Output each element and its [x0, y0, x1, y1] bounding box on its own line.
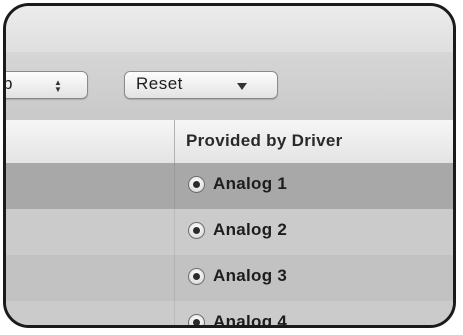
table-row[interactable]: Analog 3 — [6, 255, 453, 301]
radio-dot-icon[interactable] — [188, 268, 205, 285]
radio-dot-icon[interactable] — [188, 314, 205, 325]
row-label: Analog 1 — [213, 174, 288, 193]
row-label: Analog 3 — [213, 266, 288, 285]
up-down-arrows-icon[interactable]: ▲ ▼ — [53, 76, 63, 96]
stepper-value: b — [3, 74, 13, 93]
down-arrow-icon: ▼ — [54, 85, 62, 94]
reset-label: Reset — [136, 74, 183, 93]
window-frame: b ▲ ▼ Reset Provided by Driver Analog 1 … — [3, 3, 456, 328]
table-row[interactable]: Analog 4 — [6, 301, 453, 328]
table-row[interactable]: Analog 1 — [6, 163, 453, 209]
table-row[interactable]: Analog 2 — [6, 209, 453, 255]
radio-dot-icon[interactable] — [188, 176, 205, 193]
row-label: Analog 2 — [213, 220, 288, 239]
triangle-down-icon — [237, 83, 247, 90]
row-label: Analog 4 — [213, 312, 288, 328]
stepper-popup[interactable]: b ▲ ▼ — [3, 71, 88, 99]
table-header-row: Provided by Driver — [6, 120, 453, 164]
title-bar — [6, 6, 453, 53]
radio-dot-icon[interactable] — [188, 222, 205, 239]
column-header-provided-by-driver[interactable]: Provided by Driver — [186, 131, 343, 151]
toolbar: b ▲ ▼ Reset — [6, 52, 453, 121]
reset-popup-button[interactable]: Reset — [124, 71, 278, 99]
column-divider[interactable] — [174, 120, 175, 163]
driver-table: Provided by Driver Analog 1 Analog 2 Ana… — [6, 120, 453, 328]
